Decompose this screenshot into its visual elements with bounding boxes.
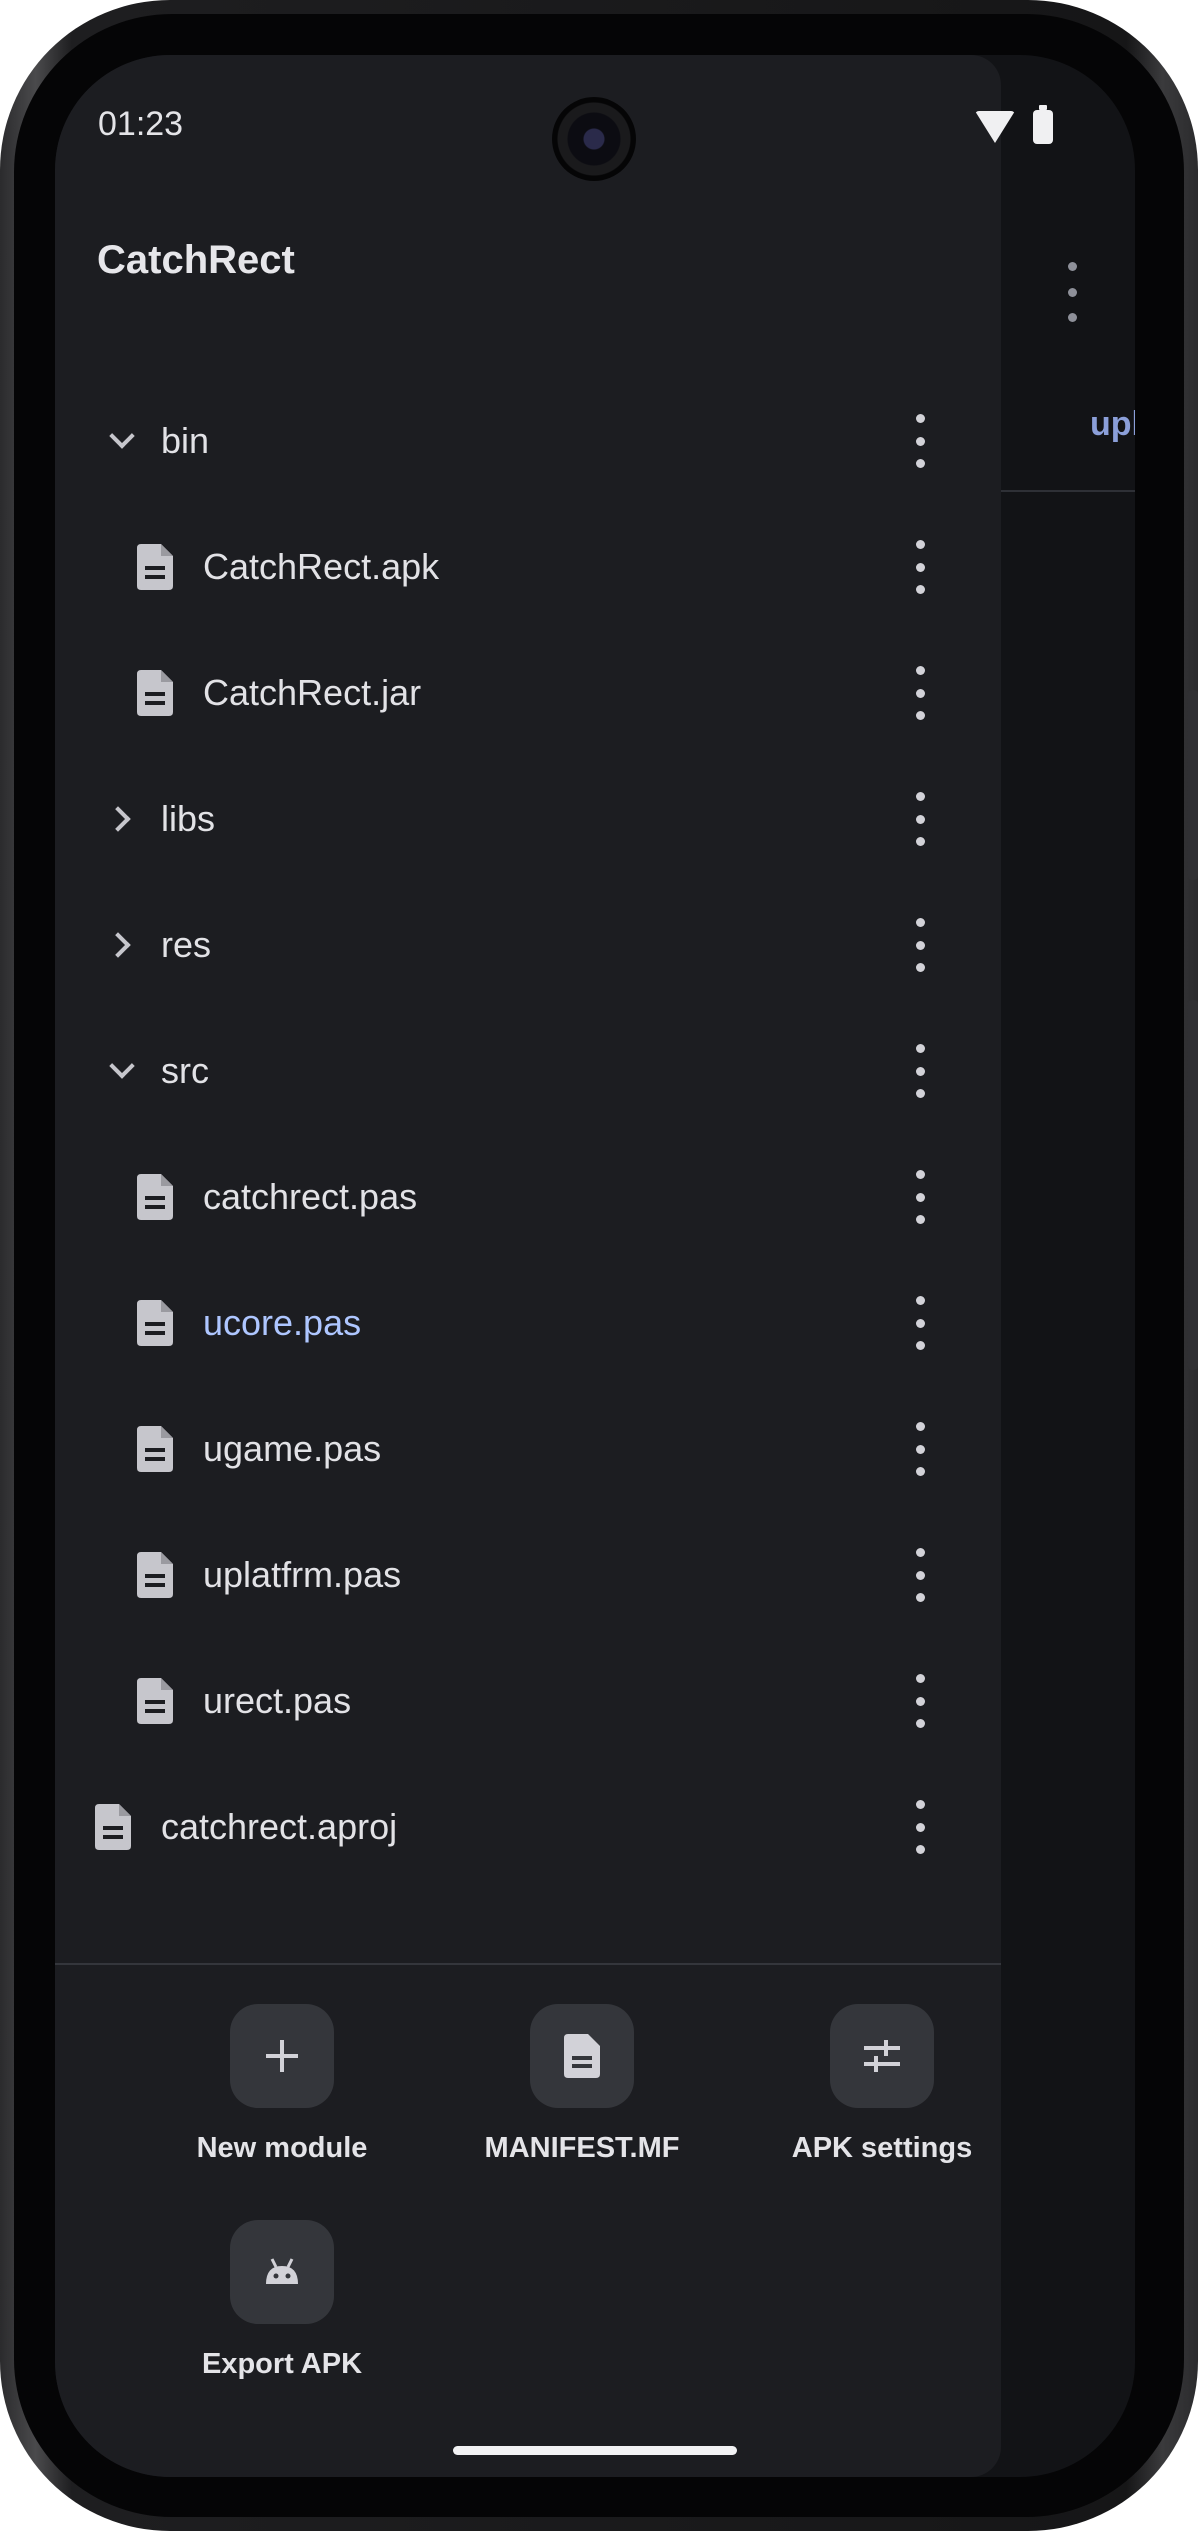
tree-item-label: libs bbox=[161, 798, 216, 839]
tree-item-label: src bbox=[161, 1050, 209, 1091]
apk-settings-label: APK settings bbox=[791, 2132, 973, 2164]
tree-item-label: catchrect.pas bbox=[203, 1176, 418, 1217]
more-vertical-icon[interactable] bbox=[900, 1170, 940, 1224]
power-button bbox=[1188, 1000, 1198, 1370]
plus-icon bbox=[266, 2040, 298, 2072]
file-icon bbox=[137, 1300, 173, 1346]
file-tree: bin CatchRect.apk CatchRect.jar libs res src c… bbox=[55, 378, 1001, 1890]
background-tab[interactable]: upl bbox=[1090, 405, 1135, 444]
file-icon bbox=[137, 1552, 173, 1598]
more-vertical-icon[interactable] bbox=[900, 414, 940, 468]
tree-item-label: ucore.pas bbox=[203, 1302, 362, 1343]
file-icon bbox=[137, 1426, 173, 1472]
file-icon bbox=[95, 1804, 131, 1850]
chevron-down-icon[interactable] bbox=[99, 418, 145, 464]
tree-item-catchrect-pas[interactable]: catchrect.pas bbox=[55, 1134, 1001, 1260]
more-vertical-icon[interactable] bbox=[1055, 262, 1089, 322]
more-vertical-icon[interactable] bbox=[900, 1296, 940, 1350]
file-icon bbox=[137, 670, 173, 716]
project-title: CatchRect bbox=[97, 238, 295, 282]
tree-item-label: CatchRect.apk bbox=[203, 546, 440, 587]
footer-divider bbox=[55, 1963, 1001, 1965]
tree-item-label: urect.pas bbox=[203, 1680, 352, 1721]
more-vertical-icon[interactable] bbox=[900, 1674, 940, 1728]
wifi-icon bbox=[975, 111, 1015, 143]
more-vertical-icon[interactable] bbox=[900, 1548, 940, 1602]
project-drawer: 01:23 CatchRect bin CatchRect.apk CatchRec… bbox=[55, 55, 1053, 2477]
tree-item-catchrect-apk[interactable]: CatchRect.apk bbox=[55, 504, 1001, 630]
more-vertical-icon[interactable] bbox=[900, 1044, 940, 1098]
tree-item-catchrect-aproj[interactable]: catchrect.aproj bbox=[55, 1764, 1001, 1890]
more-vertical-icon[interactable] bbox=[900, 792, 940, 846]
home-indicator[interactable] bbox=[453, 2446, 737, 2455]
manifest-action[interactable]: MANIFEST.MF bbox=[432, 2004, 732, 2165]
export-apk-button[interactable] bbox=[230, 2220, 334, 2324]
file-icon bbox=[137, 544, 173, 590]
tree-item-bin[interactable]: bin bbox=[55, 378, 1001, 504]
tree-item-libs[interactable]: libs bbox=[55, 756, 1001, 882]
apk-settings-action[interactable]: APK settings bbox=[732, 2004, 1032, 2165]
status-time: 01:23 bbox=[98, 105, 184, 143]
more-vertical-icon[interactable] bbox=[900, 1800, 940, 1854]
new-module-action[interactable]: New module bbox=[132, 2004, 432, 2165]
camera-cutout bbox=[552, 97, 636, 181]
new-module-label: New module bbox=[196, 2132, 368, 2164]
android-icon bbox=[266, 2258, 298, 2284]
more-vertical-icon[interactable] bbox=[900, 1422, 940, 1476]
export-apk-action[interactable]: Export APK bbox=[132, 2220, 432, 2381]
tree-item-label: CatchRect.jar bbox=[203, 672, 422, 713]
screen: upl 01:23 CatchRect bin CatchRect.apk Catc… bbox=[55, 55, 1135, 2477]
file-icon bbox=[137, 1678, 173, 1724]
more-vertical-icon[interactable] bbox=[900, 666, 940, 720]
tree-item-label: catchrect.aproj bbox=[161, 1806, 398, 1847]
tree-item-label: ugame.pas bbox=[203, 1428, 382, 1469]
sliders-icon bbox=[864, 2040, 900, 2072]
tree-item-src[interactable]: src bbox=[55, 1008, 1001, 1134]
tree-item-catchrect-jar[interactable]: CatchRect.jar bbox=[55, 630, 1001, 756]
tree-item-label: uplatfrm.pas bbox=[203, 1554, 402, 1595]
document-icon bbox=[564, 2034, 600, 2078]
chevron-right-icon[interactable] bbox=[99, 922, 145, 968]
tree-item-res[interactable]: res bbox=[55, 882, 1001, 1008]
volume-button bbox=[1188, 690, 1198, 880]
chevron-right-icon[interactable] bbox=[99, 796, 145, 842]
tree-item-uplatfrm-pas[interactable]: uplatfrm.pas bbox=[55, 1512, 1001, 1638]
battery-icon bbox=[1033, 105, 1053, 144]
tree-item-ugame-pas[interactable]: ugame.pas bbox=[55, 1386, 1001, 1512]
tree-item-label: bin bbox=[161, 420, 210, 461]
manifest-label: MANIFEST.MF bbox=[484, 2132, 680, 2164]
status-icons bbox=[975, 105, 1053, 144]
more-vertical-icon[interactable] bbox=[900, 540, 940, 594]
more-vertical-icon[interactable] bbox=[900, 918, 940, 972]
manifest-button[interactable] bbox=[530, 2004, 634, 2108]
tree-item-ucore-pas[interactable]: ucore.pas bbox=[55, 1260, 1001, 1386]
tree-item-urect-pas[interactable]: urect.pas bbox=[55, 1638, 1001, 1764]
chevron-down-icon[interactable] bbox=[99, 1048, 145, 1094]
tree-item-label: res bbox=[161, 924, 212, 965]
file-icon bbox=[137, 1174, 173, 1220]
apk-settings-button[interactable] bbox=[830, 2004, 934, 2108]
export-apk-label: Export APK bbox=[201, 2348, 363, 2380]
phone-frame: upl 01:23 CatchRect bin CatchRect.apk Catc… bbox=[0, 0, 1198, 2531]
new-module-button[interactable] bbox=[230, 2004, 334, 2108]
